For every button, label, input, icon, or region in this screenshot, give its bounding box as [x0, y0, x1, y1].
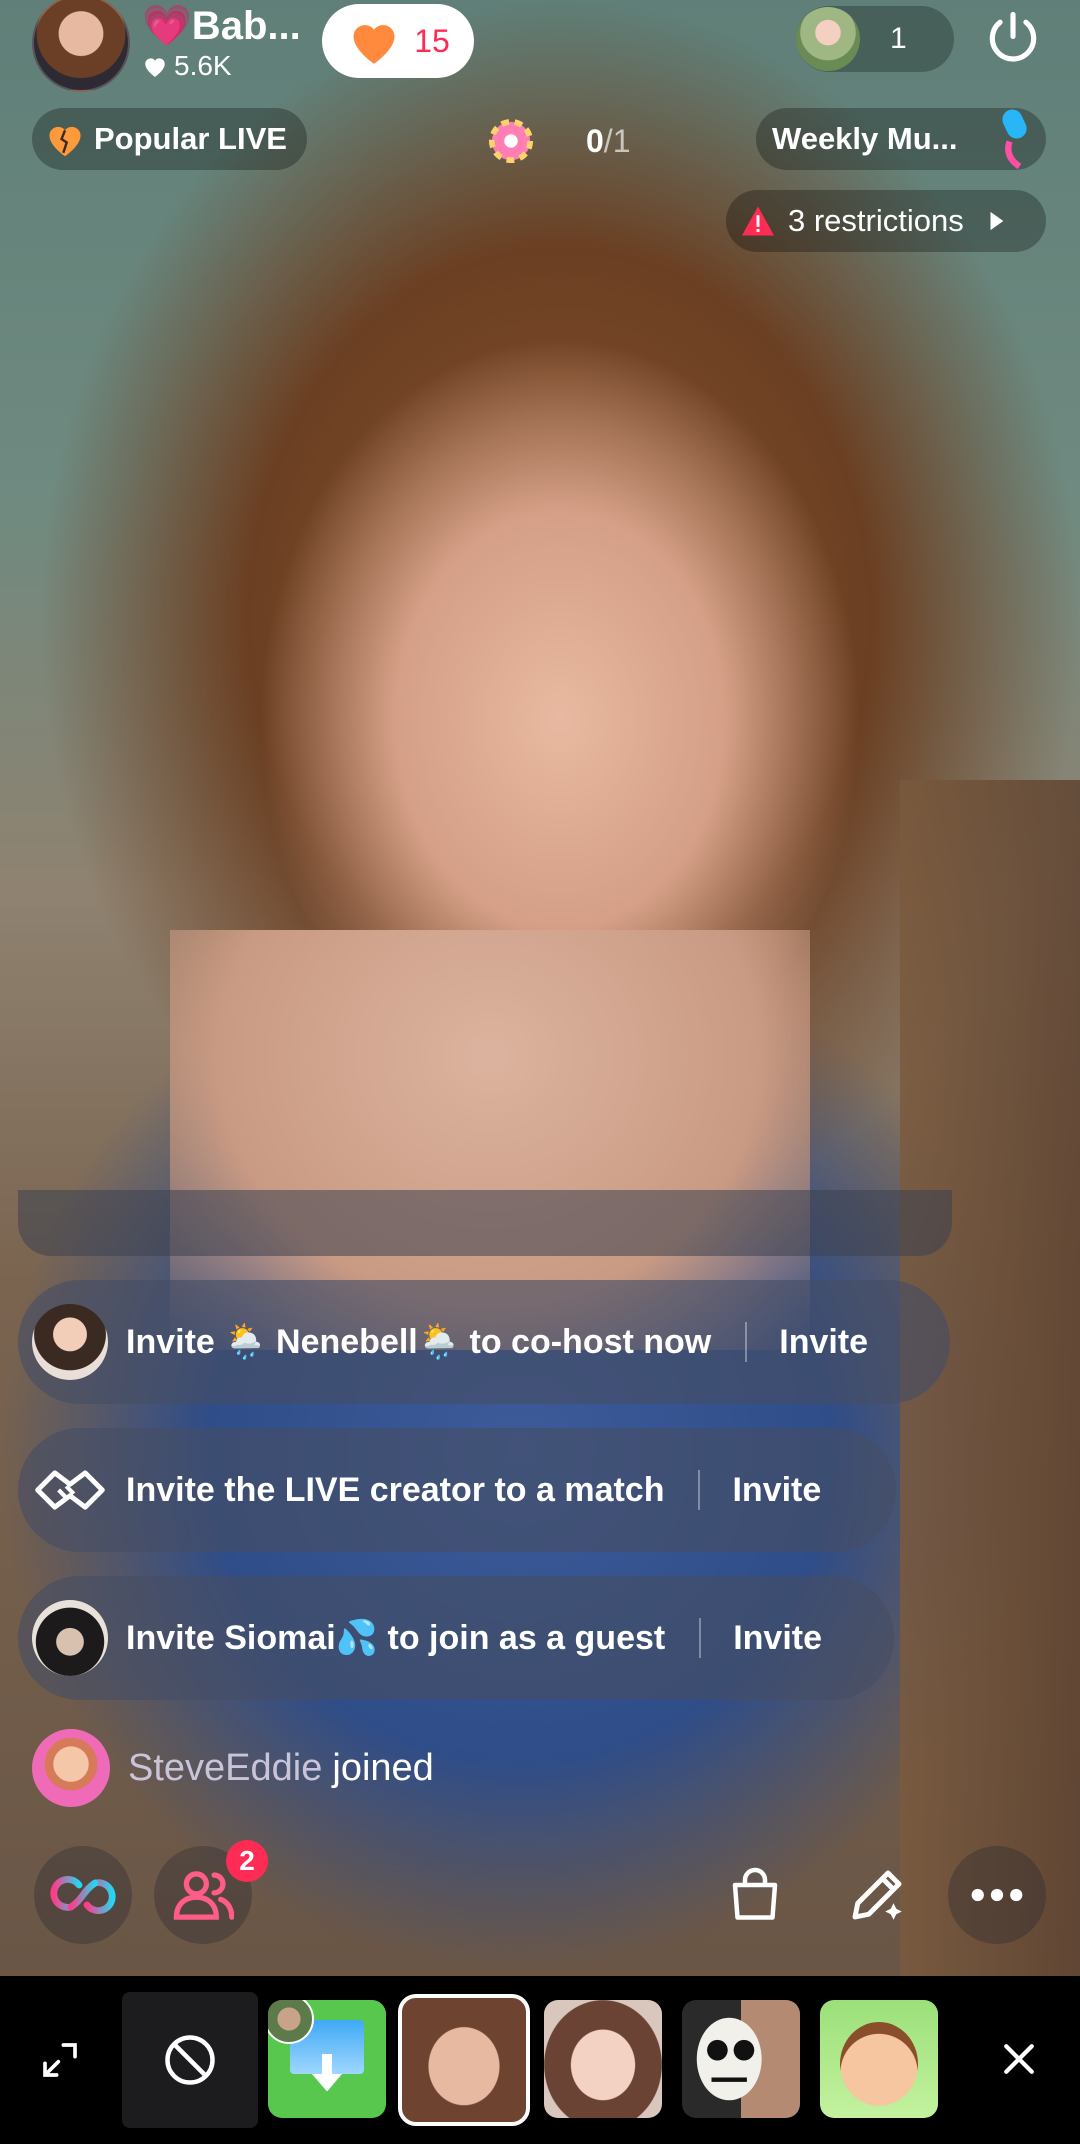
- joined-verb: joined: [332, 1746, 434, 1789]
- link-button[interactable]: [34, 1846, 132, 1944]
- skull-icon: [696, 2017, 762, 2101]
- match-invite-button[interactable]: Invite: [732, 1471, 821, 1510]
- viewer-avatar[interactable]: [796, 7, 860, 71]
- divider: [699, 1618, 702, 1658]
- no-effect-icon: [165, 2035, 215, 2085]
- popular-live-badge[interactable]: Popular LIVE: [32, 108, 307, 170]
- heart-icon: [145, 58, 165, 77]
- donut-icon: [488, 118, 534, 164]
- host-likes-count: 5.6K: [174, 50, 232, 81]
- cartoon-face: [840, 2022, 918, 2106]
- power-icon: [989, 11, 1037, 62]
- warning-icon: [742, 206, 774, 236]
- restrictions-button[interactable]: 3 restrictions: [726, 190, 1046, 252]
- steveeddie-avatar[interactable]: [32, 1729, 110, 1807]
- joined-user-name[interactable]: SteveEddie: [128, 1747, 322, 1790]
- chat-card-partial: [18, 1190, 952, 1256]
- match-invite-card[interactable]: Invite the LIVE creator to a match Invit…: [18, 1428, 896, 1552]
- close-icon[interactable]: [1002, 2042, 1036, 2076]
- viewer-count: 1: [890, 22, 907, 55]
- download-arrow-icon: [312, 2054, 342, 2094]
- popular-live-label: Popular LIVE: [94, 121, 287, 156]
- divider: [698, 1470, 701, 1510]
- beauty-effects-button[interactable]: [828, 1846, 926, 1944]
- host-name: 💗Bab...: [142, 4, 301, 48]
- follow-count: 15: [414, 22, 450, 59]
- siomai-avatar: [32, 1600, 108, 1676]
- guest-invite-text: Invite Siomai💦 to join as a guest: [126, 1619, 666, 1657]
- follow-button[interactable]: 15: [322, 4, 474, 78]
- guest-invite-button[interactable]: Invite: [733, 1619, 822, 1658]
- users-icon: [173, 1871, 234, 1920]
- broken-heart-icon: [49, 126, 81, 157]
- link-icon: [50, 1876, 116, 1914]
- expand-icon[interactable]: [40, 2040, 80, 2080]
- gift-goal[interactable]: 0/1: [480, 112, 680, 170]
- host-likes: 5.6K: [142, 50, 301, 82]
- handshake-icon: [35, 1470, 105, 1510]
- shopping-bag-icon: [732, 1867, 778, 1920]
- host-avatar[interactable]: [32, 0, 130, 92]
- divider: [745, 1322, 748, 1362]
- guest-invite-card[interactable]: Invite Siomai💦 to join as a guest Invite: [18, 1576, 894, 1700]
- nenebell-avatar: [32, 1304, 108, 1380]
- match-invite-text: Invite the LIVE creator to a match: [126, 1470, 665, 1509]
- microphone-icon: [1002, 109, 1027, 170]
- cohost-invite-text: Invite 🌦️ Nenebell🌦️ to co-host now: [126, 1323, 712, 1361]
- shop-button[interactable]: [706, 1846, 804, 1944]
- viewer-pill[interactable]: 1: [796, 6, 954, 72]
- join-message: SteveEddie joined: [32, 1728, 434, 1808]
- weekly-ranking-badge[interactable]: Weekly Mu...: [756, 108, 1046, 170]
- more-button[interactable]: [948, 1846, 1046, 1944]
- no-effect-button[interactable]: [122, 1992, 258, 2128]
- goal-count: 0/1: [586, 122, 631, 159]
- restrictions-label: 3 restrictions: [788, 203, 964, 238]
- effect-cartoon-baby[interactable]: [820, 2000, 938, 2118]
- more-icon: [971, 1888, 1023, 1902]
- cohost-invite-button[interactable]: Invite: [779, 1323, 868, 1362]
- effect-skull-makeup[interactable]: [682, 2000, 800, 2118]
- end-live-button[interactable]: [982, 8, 1044, 70]
- effects-tray: [0, 1976, 1080, 2144]
- guests-count-badge: 2: [226, 1840, 268, 1882]
- host-info-pill[interactable]: 💗Bab... 5.6K: [32, 0, 301, 92]
- effect-download[interactable]: [268, 2000, 386, 2118]
- effect-beauty[interactable]: [544, 2000, 662, 2118]
- cohost-invite-card[interactable]: Invite 🌦️ Nenebell🌦️ to co-host now Invi…: [18, 1280, 950, 1404]
- magic-pen-icon: [852, 1870, 902, 1920]
- heart-icon: [353, 25, 395, 64]
- chevron-right-icon: [990, 211, 1004, 231]
- weekly-label: Weekly Mu...: [772, 121, 958, 156]
- effect-selected[interactable]: [398, 1994, 530, 2126]
